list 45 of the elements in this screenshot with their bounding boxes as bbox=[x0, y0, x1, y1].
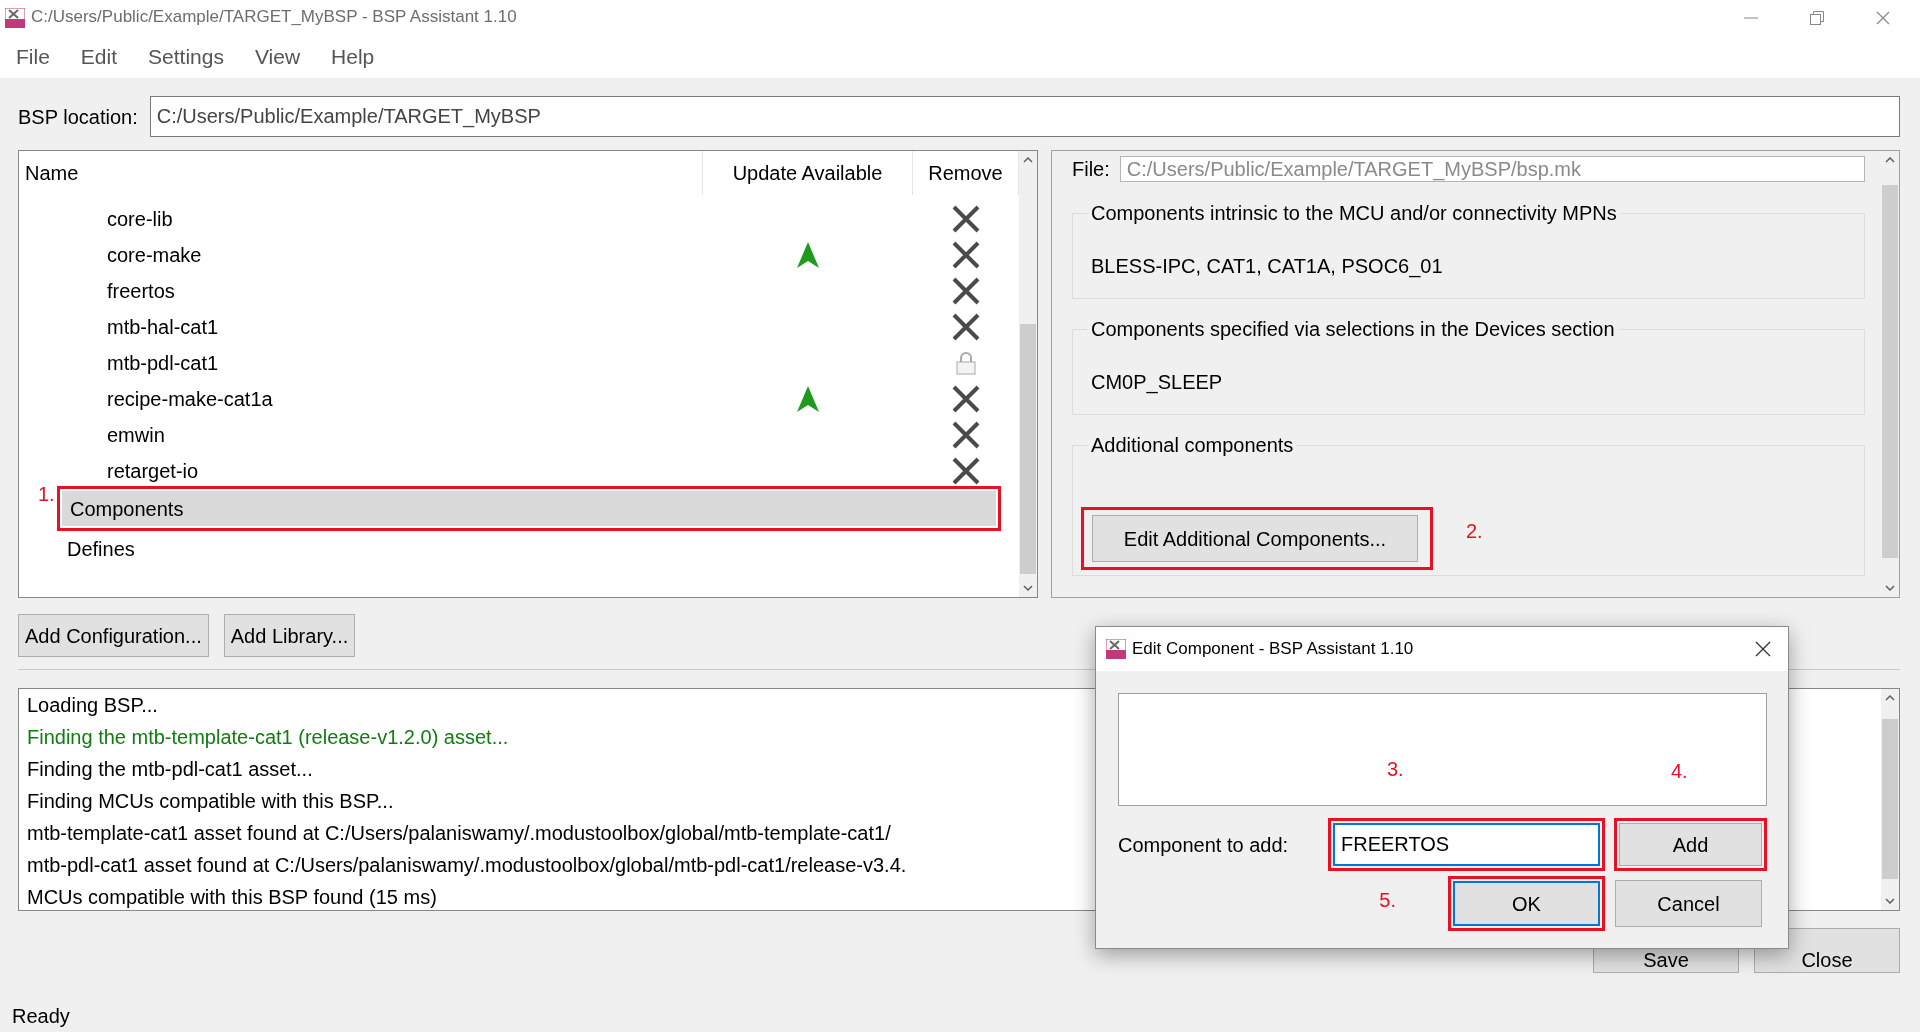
group-value: CM0P_SLEEP bbox=[1091, 371, 1223, 393]
tree-row[interactable]: emwin bbox=[19, 417, 1019, 453]
edit-components-button[interactable]: Edit Additional Components... bbox=[1092, 515, 1418, 562]
dialog-title: Edit Component - BSP Assistant 1.10 bbox=[1132, 638, 1414, 660]
tree-row[interactable]: recipe-make-cat1a bbox=[19, 381, 1019, 417]
log-line: MCUs compatible with this BSP found (15 ms) bbox=[27, 885, 437, 910]
add-button[interactable]: Add bbox=[1619, 823, 1762, 866]
column-header[interactable]: Name bbox=[19, 151, 703, 195]
step-number: 2. bbox=[1466, 519, 1483, 543]
tree-row[interactable]: freertos bbox=[19, 273, 1019, 309]
step-number: 5. bbox=[1379, 888, 1396, 912]
menu-item[interactable]: Settings bbox=[148, 43, 224, 70]
log-line: Finding the mtb-pdl-cat1 asset... bbox=[27, 757, 313, 782]
step-number: 3. bbox=[1387, 757, 1404, 781]
log-line: Loading BSP... bbox=[27, 693, 158, 718]
step-number: 4. bbox=[1671, 759, 1688, 783]
log-line: mtb-template-cat1 asset found at C:/Users/palaniswamy/.modustoolbox/global/mtb-template-cat1/ bbox=[27, 821, 891, 846]
menu-item[interactable]: View bbox=[254, 43, 301, 70]
field-label: BSP location: bbox=[18, 104, 138, 129]
dialog-button[interactable]: Cancel bbox=[1615, 880, 1762, 927]
tree-row[interactable]: Components bbox=[62, 491, 996, 526]
log-line: Finding the mtb-template-cat1 (release-v1.2.0) asset... bbox=[27, 725, 509, 750]
status-text: Ready bbox=[12, 1004, 71, 1028]
dialog-button[interactable]: OK bbox=[1453, 881, 1600, 926]
tree-row[interactable]: core-make bbox=[19, 237, 1019, 273]
column-header[interactable]: Update Available bbox=[703, 151, 913, 195]
action-button[interactable]: Add Library... bbox=[223, 614, 356, 657]
group-value: BLESS-IPC, CAT1, CAT1A, PSOC6_01 bbox=[1091, 255, 1443, 277]
tree-row[interactable]: core-lib bbox=[19, 201, 1019, 237]
component-list[interactable]: 3. 4. bbox=[1118, 693, 1767, 806]
action-button[interactable]: Add Configuration... bbox=[18, 614, 209, 657]
menu-item[interactable]: File bbox=[16, 43, 50, 70]
component-field[interactable]: FREERTOS bbox=[1333, 823, 1600, 866]
field-label: Component to add: bbox=[1118, 832, 1290, 857]
field-label: File: bbox=[1072, 157, 1110, 181]
window-title: C:/Users/Public/Example/TARGET_MyBSP - BSP Assistant 1.10 bbox=[31, 7, 517, 28]
menu-item[interactable]: Help bbox=[331, 43, 375, 70]
log-line: Finding MCUs compatible with this BSP... bbox=[27, 789, 394, 814]
log-line: mtb-pdl-cat1 asset found at C:/Users/palaniswamy/.modustoolbox/global/mtb-pdl-cat1/release-v3.4. bbox=[27, 853, 907, 878]
tree-row[interactable]: mtb-pdl-cat1 bbox=[19, 345, 1019, 381]
menu-item[interactable]: Edit bbox=[80, 43, 118, 70]
tree-row[interactable]: Defines bbox=[19, 531, 1019, 567]
tree-row[interactable]: mtb-hal-cat1 bbox=[19, 309, 1019, 345]
step-number: 1. bbox=[38, 482, 55, 506]
location-field[interactable]: C:/Users/Public/Example/TARGET_MyBSP bbox=[149, 96, 1900, 137]
